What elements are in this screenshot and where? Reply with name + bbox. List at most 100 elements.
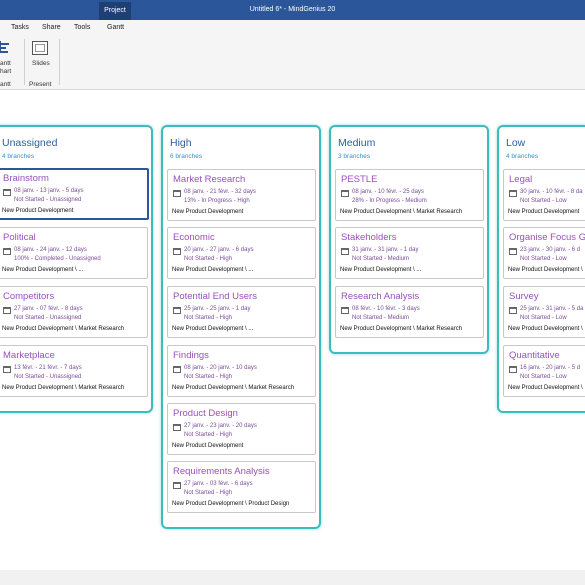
card-dates: 16 janv. - 20 janv. - 5 d (520, 365, 581, 371)
branch-card[interactable]: Marketplace 13 févr. - 21 févr. - 7 days… (0, 345, 148, 397)
card-title: Potential End Users (173, 291, 257, 302)
menu-tasks[interactable]: Tasks (11, 22, 29, 33)
card-path: New Product Development \ (508, 267, 583, 273)
calendar-icon (509, 190, 517, 197)
gantt-chart-icon[interactable] (0, 41, 10, 53)
card-title: Political (3, 232, 36, 243)
card-path: New Product Development (172, 443, 244, 449)
ribbon-separator (59, 39, 60, 85)
card-dates: 27 janv. - 07 févr. - 8 days (14, 306, 83, 312)
branch-card[interactable]: Market Research 08 janv. - 21 févr. - 32… (167, 169, 316, 221)
card-title: Legal (509, 174, 533, 185)
card-title: Survey (509, 291, 539, 302)
column-title: Low (506, 137, 526, 149)
branch-card[interactable]: Economic 20 janv. - 27 janv. - 6 days No… (167, 227, 316, 279)
column-branch-count: 4 branches (2, 153, 35, 160)
card-status: Not Started - Low (520, 374, 567, 380)
calendar-icon (173, 307, 181, 314)
calendar-icon (3, 366, 11, 373)
column-branch-count: 3 branches (338, 153, 371, 160)
branch-card[interactable]: Competitors 27 janv. - 07 févr. - 8 days… (0, 286, 148, 338)
card-path: New Product Development \ Product Design (172, 501, 290, 507)
column-branch-count: 4 branches (506, 153, 539, 160)
card-path: New Product Development \ Market Researc… (2, 385, 125, 391)
column-title: Unassigned (2, 137, 58, 149)
card-status: Not Started - High (184, 315, 233, 321)
card-status: Not Started - High (184, 432, 233, 438)
branch-card[interactable]: Requirements Analysis 27 janv. - 03 févr… (167, 461, 316, 513)
gantt-chart-button-line2[interactable]: hart (0, 68, 11, 75)
branch-card[interactable]: Survey 25 janv. - 31 janv. - 5 da Not St… (503, 286, 585, 338)
branch-card[interactable]: Stakeholders 31 janv. - 31 janv. - 1 day… (335, 227, 484, 279)
card-dates: 23 janv. - 30 janv. - 6 d (520, 247, 581, 253)
card-title: Requirements Analysis (173, 466, 270, 477)
card-path: New Product Development \ ... (172, 326, 254, 332)
branch-card[interactable]: Product Design 27 janv. - 23 janv. - 20 … (167, 403, 316, 455)
ribbon-separator (24, 39, 25, 85)
card-status: 13% - In Progress - High (184, 198, 250, 204)
gantt-chart-button-line1[interactable]: antt (0, 60, 11, 67)
tab-project-context[interactable]: Project (99, 2, 131, 20)
card-path: New Product Development \ ... (340, 267, 422, 273)
card-title: Brainstorm (3, 173, 49, 184)
calendar-icon (173, 482, 181, 489)
card-path: New Product Development \ (508, 385, 583, 391)
calendar-icon (341, 248, 349, 255)
card-dates: 13 févr. - 21 févr. - 7 days (14, 365, 82, 371)
menu-share[interactable]: Share (42, 22, 61, 33)
card-dates: 25 janv. - 25 janv. - 1 day (184, 306, 251, 312)
card-dates: 08 janv. - 20 janv. - 10 days (184, 365, 257, 371)
card-title: Research Analysis (341, 291, 420, 302)
card-status: Not Started - High (184, 256, 233, 262)
menu-bar: Tasks Share Tools Gantt (0, 20, 585, 35)
card-status: Not Started - Unassigned (14, 374, 82, 380)
card-dates: 08 janv. - 21 févr. - 32 days (184, 189, 256, 195)
branch-card[interactable]: Findings 08 janv. - 20 janv. - 10 days N… (167, 345, 316, 397)
card-title: Marketplace (3, 350, 55, 361)
title-bar: Untitled 6* - MindGenius 20 Project (0, 0, 585, 20)
card-path: New Product Development \ Market Researc… (2, 326, 125, 332)
gantt-group-label: antt (0, 81, 11, 88)
menu-tools[interactable]: Tools (74, 22, 90, 33)
column-title: Medium (338, 137, 376, 149)
calendar-icon (3, 248, 11, 255)
slides-icon[interactable] (32, 41, 48, 55)
calendar-icon (341, 307, 349, 314)
calendar-icon (173, 190, 181, 197)
branch-card[interactable]: Political 08 janv. - 24 janv. - 12 days … (0, 227, 148, 279)
card-dates: 27 janv. - 03 févr. - 6 days (184, 481, 253, 487)
card-dates: 25 janv. - 31 janv. - 5 da (520, 306, 584, 312)
card-title: Economic (173, 232, 215, 243)
calendar-icon (509, 307, 517, 314)
branch-card[interactable]: Brainstorm 08 janv. - 13 janv. - 5 days … (0, 168, 149, 220)
card-status: Not Started - Unassigned (14, 315, 82, 321)
calendar-icon (173, 248, 181, 255)
card-path: New Product Development \ Market Researc… (340, 326, 463, 332)
card-title: Organise Focus G (509, 232, 585, 243)
calendar-icon (509, 366, 517, 373)
card-title: Product Design (173, 408, 238, 419)
calendar-icon (3, 189, 11, 196)
branch-card[interactable]: Quantitative 16 janv. - 20 janv. - 5 d N… (503, 345, 585, 397)
card-dates: 30 janv. - 10 févr. - 8 da (520, 189, 583, 195)
card-path: New Product Development \ (508, 326, 583, 332)
card-dates: 08 janv. - 10 févr. - 25 days (352, 189, 424, 195)
card-path: New Product Development \ ... (172, 267, 254, 273)
card-status: Not Started - Low (520, 198, 567, 204)
card-title: Stakeholders (341, 232, 397, 243)
card-status: Not Started - Unassigned (14, 197, 82, 203)
branch-card[interactable]: Research Analysis 08 févr. - 10 févr. - … (335, 286, 484, 338)
menu-gantt[interactable]: Gantt (107, 22, 124, 33)
calendar-icon (173, 366, 181, 373)
card-dates: 31 janv. - 31 janv. - 1 day (352, 247, 419, 253)
branch-card[interactable]: Legal 30 janv. - 10 févr. - 8 da Not Sta… (503, 169, 585, 221)
present-group-label: Present (29, 81, 52, 88)
branch-card[interactable]: Organise Focus G 23 janv. - 30 janv. - 6… (503, 227, 585, 279)
slides-button[interactable]: Slides (32, 60, 50, 67)
column-title: High (170, 137, 192, 149)
branch-card[interactable]: Potential End Users 25 janv. - 25 janv. … (167, 286, 316, 338)
branch-card[interactable]: PESTLE 08 janv. - 10 févr. - 25 days 28%… (335, 169, 484, 221)
calendar-icon (173, 424, 181, 431)
calendar-icon (341, 190, 349, 197)
card-status: Not Started - Medium (352, 315, 410, 321)
